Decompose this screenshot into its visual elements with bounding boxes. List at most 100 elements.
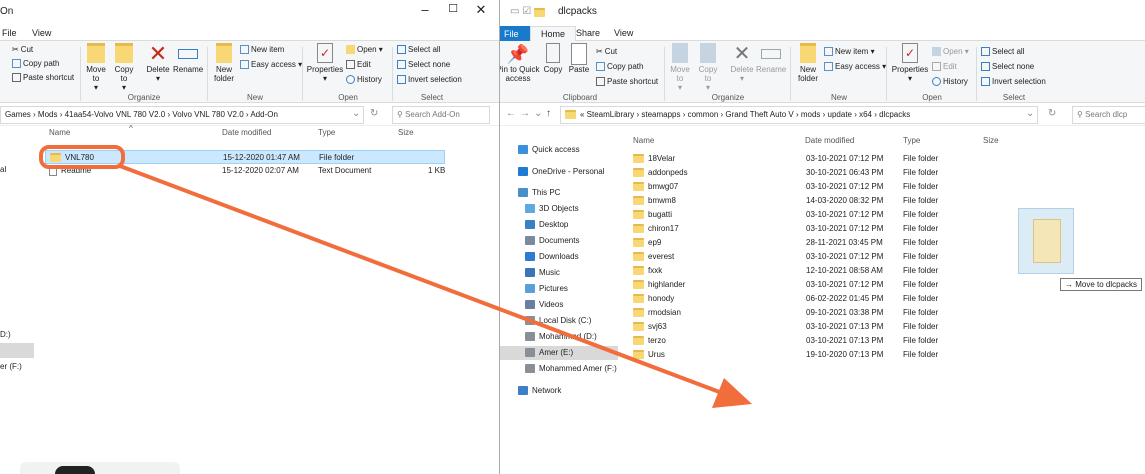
column-name[interactable]: Name: [49, 128, 70, 137]
file-row[interactable]: addonpeds 30-10-2021 06:43 PM File folder: [630, 166, 1010, 180]
copy-button[interactable]: Copy: [542, 43, 564, 74]
up-arrow-icon[interactable]: ↑: [546, 108, 551, 119]
select-none-button[interactable]: Select none: [397, 59, 450, 70]
nav-item[interactable]: Pictures: [525, 282, 568, 296]
right-search-box[interactable]: ⚲ Search dlcp: [1072, 106, 1145, 124]
delete-button[interactable]: ✕ Delete ▾: [144, 43, 172, 84]
cut-button[interactable]: ✂ Cut: [596, 46, 617, 57]
address-dropdown-icon[interactable]: ⌄: [352, 108, 360, 119]
file-row[interactable]: rmodsian 09-10-2021 03:38 PM File folder: [630, 306, 1010, 320]
properties-button[interactable]: ✓ Properties ▾: [890, 43, 930, 83]
copy-path-button[interactable]: Copy path: [596, 61, 643, 72]
nav-item[interactable]: Documents: [525, 234, 579, 248]
history-button[interactable]: History: [932, 76, 968, 87]
invert-selection-button[interactable]: Invert selection: [981, 76, 1046, 87]
move-to-button[interactable]: Move to ▾: [668, 43, 692, 92]
new-item-button[interactable]: New item: [240, 44, 284, 55]
file-row[interactable]: bmwg07 03-10-2021 07:12 PM File folder: [630, 180, 1010, 194]
right-address-bar[interactable]: « SteamLibrary › steamapps › common › Gr…: [560, 106, 1038, 124]
nav-item[interactable]: Amer (E:): [500, 346, 618, 360]
back-arrow-icon[interactable]: ←: [506, 108, 516, 119]
column-size[interactable]: Size: [398, 128, 414, 137]
column-type[interactable]: Type: [318, 128, 335, 137]
invert-selection-button[interactable]: Invert selection: [397, 74, 462, 85]
file-row[interactable]: fxxk 12-10-2021 08:58 AM File folder: [630, 264, 1010, 278]
nav-item[interactable]: Mohammed Amer (F:): [525, 362, 617, 376]
delete-button[interactable]: ✕ Delete ▾: [728, 43, 756, 83]
nav-item[interactable]: Mohammed (D:): [525, 330, 597, 344]
nav-item[interactable]: 3D Objects: [525, 202, 579, 216]
properties-button[interactable]: ✓ Properties ▾: [306, 43, 344, 83]
new-folder-button[interactable]: New folder: [211, 43, 237, 83]
file-row[interactable]: Urus 19-10-2020 07:13 PM File folder: [630, 348, 1010, 362]
nav-item[interactable]: Desktop: [525, 218, 568, 232]
file-row[interactable]: honody 06-02-2022 01:45 PM File folder: [630, 292, 1010, 306]
open-button[interactable]: Open ▾: [346, 44, 383, 55]
rename-button[interactable]: Rename: [173, 43, 203, 74]
column-type[interactable]: Type: [903, 136, 920, 145]
easy-access-button[interactable]: Easy access ▾: [824, 61, 886, 72]
minimize-button[interactable]: –: [412, 2, 438, 17]
paste-shortcut-button[interactable]: Paste shortcut: [12, 72, 74, 83]
column-size[interactable]: Size: [983, 136, 999, 145]
pin-quick-access-button[interactable]: 📌 Pin to Quick access: [500, 43, 540, 83]
new-folder-button[interactable]: New folder: [794, 43, 822, 83]
column-name[interactable]: Name: [633, 136, 654, 145]
move-to-button[interactable]: Move to ▾: [84, 43, 108, 92]
nav-item[interactable]: Network: [518, 384, 561, 398]
paste-button[interactable]: Paste: [566, 43, 592, 74]
close-button[interactable]: ✕: [468, 2, 494, 18]
file-row[interactable]: svj63 03-10-2021 07:13 PM File folder: [630, 320, 1010, 334]
paste-shortcut-button[interactable]: Paste shortcut: [596, 76, 658, 87]
address-dropdown-icon[interactable]: ⌄: [1026, 108, 1034, 119]
nav-item[interactable]: Quick access: [518, 143, 580, 157]
forward-arrow-icon[interactable]: →: [520, 108, 530, 119]
recent-dropdown-icon[interactable]: ⌄: [534, 108, 542, 119]
select-all-button[interactable]: Select all: [397, 44, 440, 55]
tab-view[interactable]: View: [604, 27, 643, 41]
tab-file[interactable]: File: [500, 26, 531, 41]
cut-button[interactable]: ✂ Cut: [12, 44, 33, 55]
history-button[interactable]: History: [346, 74, 382, 85]
copy-path-button[interactable]: Copy path: [12, 58, 59, 69]
select-none-icon: [397, 60, 406, 70]
file-row[interactable]: highlander 03-10-2021 07:12 PM File folder: [630, 278, 1010, 292]
tab-view[interactable]: View: [22, 27, 61, 41]
maximize-button[interactable]: ☐: [440, 2, 466, 15]
file-row[interactable]: bmwm8 14-03-2020 08:32 PM File folder: [630, 194, 1010, 208]
nav-item[interactable]: Local Disk (C:): [525, 314, 591, 328]
nav-item[interactable]: Downloads: [525, 250, 579, 264]
rename-button[interactable]: Rename: [756, 43, 786, 74]
select-all-button[interactable]: Select all: [981, 46, 1024, 57]
left-address-bar[interactable]: Games › Mods › 41aa54-Volvo VNL 780 V2.0…: [0, 106, 364, 124]
copy-to-button[interactable]: Copy to ▾: [696, 43, 720, 92]
column-date[interactable]: Date modified: [805, 136, 854, 145]
refresh-icon[interactable]: ↻: [1048, 108, 1056, 119]
file-row[interactable]: chiron17 03-10-2021 07:12 PM File folder: [630, 222, 1010, 236]
edit-button[interactable]: Edit: [346, 59, 371, 70]
left-nav-item[interactable]: er (F:): [0, 360, 22, 374]
easy-access-button[interactable]: Easy access ▾: [240, 59, 302, 70]
rename-icon: [761, 49, 781, 59]
file-row[interactable]: bugatti 03-10-2021 07:12 PM File folder: [630, 208, 1010, 222]
file-row[interactable]: everest 03-10-2021 07:12 PM File folder: [630, 250, 1010, 264]
nav-item[interactable]: Music: [525, 266, 560, 280]
nav-item[interactable]: OneDrive - Personal: [518, 165, 604, 179]
file-row[interactable]: terzo 03-10-2021 07:13 PM File folder: [630, 334, 1010, 348]
new-item-icon: [240, 45, 249, 55]
nav-item[interactable]: This PC: [518, 186, 560, 200]
left-nav-selected-item[interactable]: [0, 343, 34, 358]
left-search-box[interactable]: ⚲ Search Add-On: [392, 106, 490, 124]
edit-button[interactable]: Edit: [932, 61, 957, 72]
nav-item[interactable]: Videos: [525, 298, 563, 312]
left-nav-item[interactable]: al: [0, 163, 6, 177]
open-button[interactable]: Open ▾: [932, 46, 969, 57]
refresh-icon[interactable]: ↻: [370, 108, 378, 119]
select-none-button[interactable]: Select none: [981, 61, 1034, 72]
file-row[interactable]: ep9 28-11-2021 03:45 PM File folder: [630, 236, 1010, 250]
column-date[interactable]: Date modified: [222, 128, 271, 137]
new-item-button[interactable]: New item ▾: [824, 46, 875, 57]
file-row[interactable]: 18Velar 03-10-2021 07:12 PM File folder: [630, 152, 1010, 166]
copy-to-button[interactable]: Copy to ▾: [112, 43, 136, 92]
left-nav-item[interactable]: D:): [0, 328, 11, 342]
